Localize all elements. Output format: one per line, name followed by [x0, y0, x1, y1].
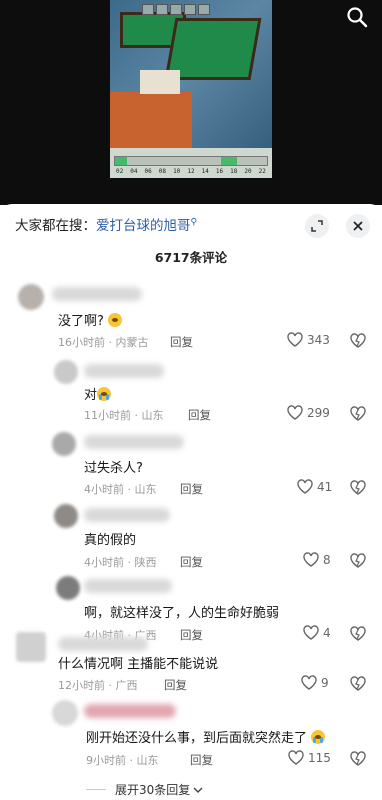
timeline-tick: 20 [244, 168, 252, 175]
broken-heart-icon[interactable] [350, 553, 366, 568]
crying-emoji [97, 387, 112, 401]
comment-meta: 4小时前 · 陕西 [84, 556, 157, 569]
like-button[interactable]: 41 [297, 479, 332, 494]
timeline-tick: 12 [187, 168, 195, 175]
avatar[interactable] [56, 576, 80, 600]
timeline-tick: 16 [215, 168, 224, 175]
like-button[interactable]: 9 [301, 675, 329, 690]
broken-heart-icon[interactable] [350, 751, 366, 766]
suggestion-keyword[interactable]: 爱打台球的旭哥 [96, 218, 191, 234]
broken-heart-icon[interactable] [350, 626, 366, 641]
expand-replies-label: 展开30条回复 [115, 783, 191, 797]
comment-text: 没了啊? [58, 310, 123, 329]
timeline-tick: 18 [230, 168, 238, 175]
username-blurred[interactable] [84, 435, 184, 449]
heart-icon [288, 750, 304, 765]
avatar[interactable] [52, 700, 78, 726]
broken-heart-icon[interactable] [350, 333, 366, 348]
expand-replies-button[interactable]: 展开30条回复 [86, 781, 203, 798]
cctv-video-frame: 02 04 06 08 10 12 14 16 18 20 22 [110, 0, 272, 178]
avatar[interactable] [54, 360, 78, 384]
suggestion-prefix: 大家都在搜： [15, 218, 96, 234]
comment-text: 啊，就这样没了，人的生命好脆弱 [84, 606, 280, 621]
timeline-tick: 06 [144, 168, 152, 175]
timeline-tick: 04 [130, 168, 138, 175]
crying-emoji [311, 730, 326, 744]
avatar[interactable] [16, 632, 46, 662]
chevron-down-icon [193, 787, 203, 793]
shush-emoji [108, 313, 123, 327]
search-suggestion[interactable]: 大家都在搜：爱打台球的旭哥⚲ [15, 214, 198, 235]
username-blurred[interactable] [84, 579, 172, 593]
like-count: 343 [307, 332, 330, 347]
timeline-tick: 14 [201, 168, 209, 175]
comment-meta: 12小时前 · 广西 [58, 679, 138, 692]
video-player[interactable]: 02 04 06 08 10 12 14 16 18 20 22 [0, 0, 382, 205]
like-count: 299 [307, 405, 330, 420]
comment-text: 过失杀人? [84, 461, 143, 476]
comment-meta: 16小时前 · 内蒙古 [58, 336, 149, 349]
comment-meta: 4小时前 · 山东 [84, 483, 157, 496]
reply-button[interactable]: 回复 [180, 554, 203, 570]
avatar[interactable] [18, 284, 44, 310]
reply-button[interactable]: 回复 [180, 627, 203, 643]
comment-panel: 大家都在搜：爱打台球的旭哥⚲ 6717条评论 没了啊? 16小时前 · 内蒙古 … [0, 204, 382, 800]
comment-count: 6717条评论 [154, 250, 228, 265]
heart-icon [297, 479, 313, 494]
close-icon[interactable] [346, 214, 370, 238]
like-count: 115 [308, 750, 331, 765]
reply-button[interactable]: 回复 [188, 407, 211, 423]
timeline-tick: 10 [173, 168, 181, 175]
like-button[interactable]: 343 [287, 332, 330, 347]
username-blurred[interactable] [84, 508, 170, 522]
broken-heart-icon[interactable] [350, 406, 366, 421]
like-count: 9 [321, 675, 329, 690]
username-blurred[interactable] [58, 637, 148, 651]
collapse-icon[interactable] [305, 214, 329, 238]
comment-meta: 11小时前 · 山东 [84, 409, 164, 422]
heart-icon [301, 675, 317, 690]
like-button[interactable]: 4 [303, 625, 331, 640]
timeline-tick: 08 [158, 168, 167, 175]
comment-text: 什么情况啊 主播能不能说说 [58, 657, 219, 672]
comment-meta: 9小时前 · 山东 [86, 754, 159, 767]
search-icon[interactable] [346, 6, 368, 28]
comment-text: 对 [84, 384, 112, 403]
heart-icon [303, 552, 319, 567]
heart-icon [287, 332, 303, 347]
like-count: 4 [323, 625, 331, 640]
like-button[interactable]: 115 [288, 750, 331, 765]
like-count: 41 [317, 479, 333, 494]
comment-text: 刚开始还没什么事，到后面就突然走了 [86, 727, 326, 746]
reply-button[interactable]: 回复 [170, 334, 193, 350]
broken-heart-icon[interactable] [350, 676, 366, 691]
username-blurred[interactable] [84, 364, 164, 378]
timeline-tick: 02 [116, 168, 124, 175]
reply-button[interactable]: 回复 [180, 481, 203, 497]
heart-icon [303, 625, 319, 640]
broken-heart-icon[interactable] [350, 480, 366, 495]
timeline-tick: 22 [258, 168, 266, 175]
like-button[interactable]: 8 [303, 552, 331, 567]
username-blurred[interactable] [52, 287, 142, 301]
username-blurred[interactable] [84, 704, 176, 718]
avatar[interactable] [54, 504, 78, 528]
avatar[interactable] [52, 432, 76, 456]
small-search-icon: ⚲ [190, 217, 198, 228]
comment-text: 真的假的 [84, 533, 137, 548]
reply-button[interactable]: 回复 [190, 752, 213, 768]
heart-icon [287, 405, 303, 420]
like-count: 8 [323, 552, 331, 567]
reply-button[interactable]: 回复 [164, 677, 187, 693]
like-button[interactable]: 299 [287, 405, 330, 420]
